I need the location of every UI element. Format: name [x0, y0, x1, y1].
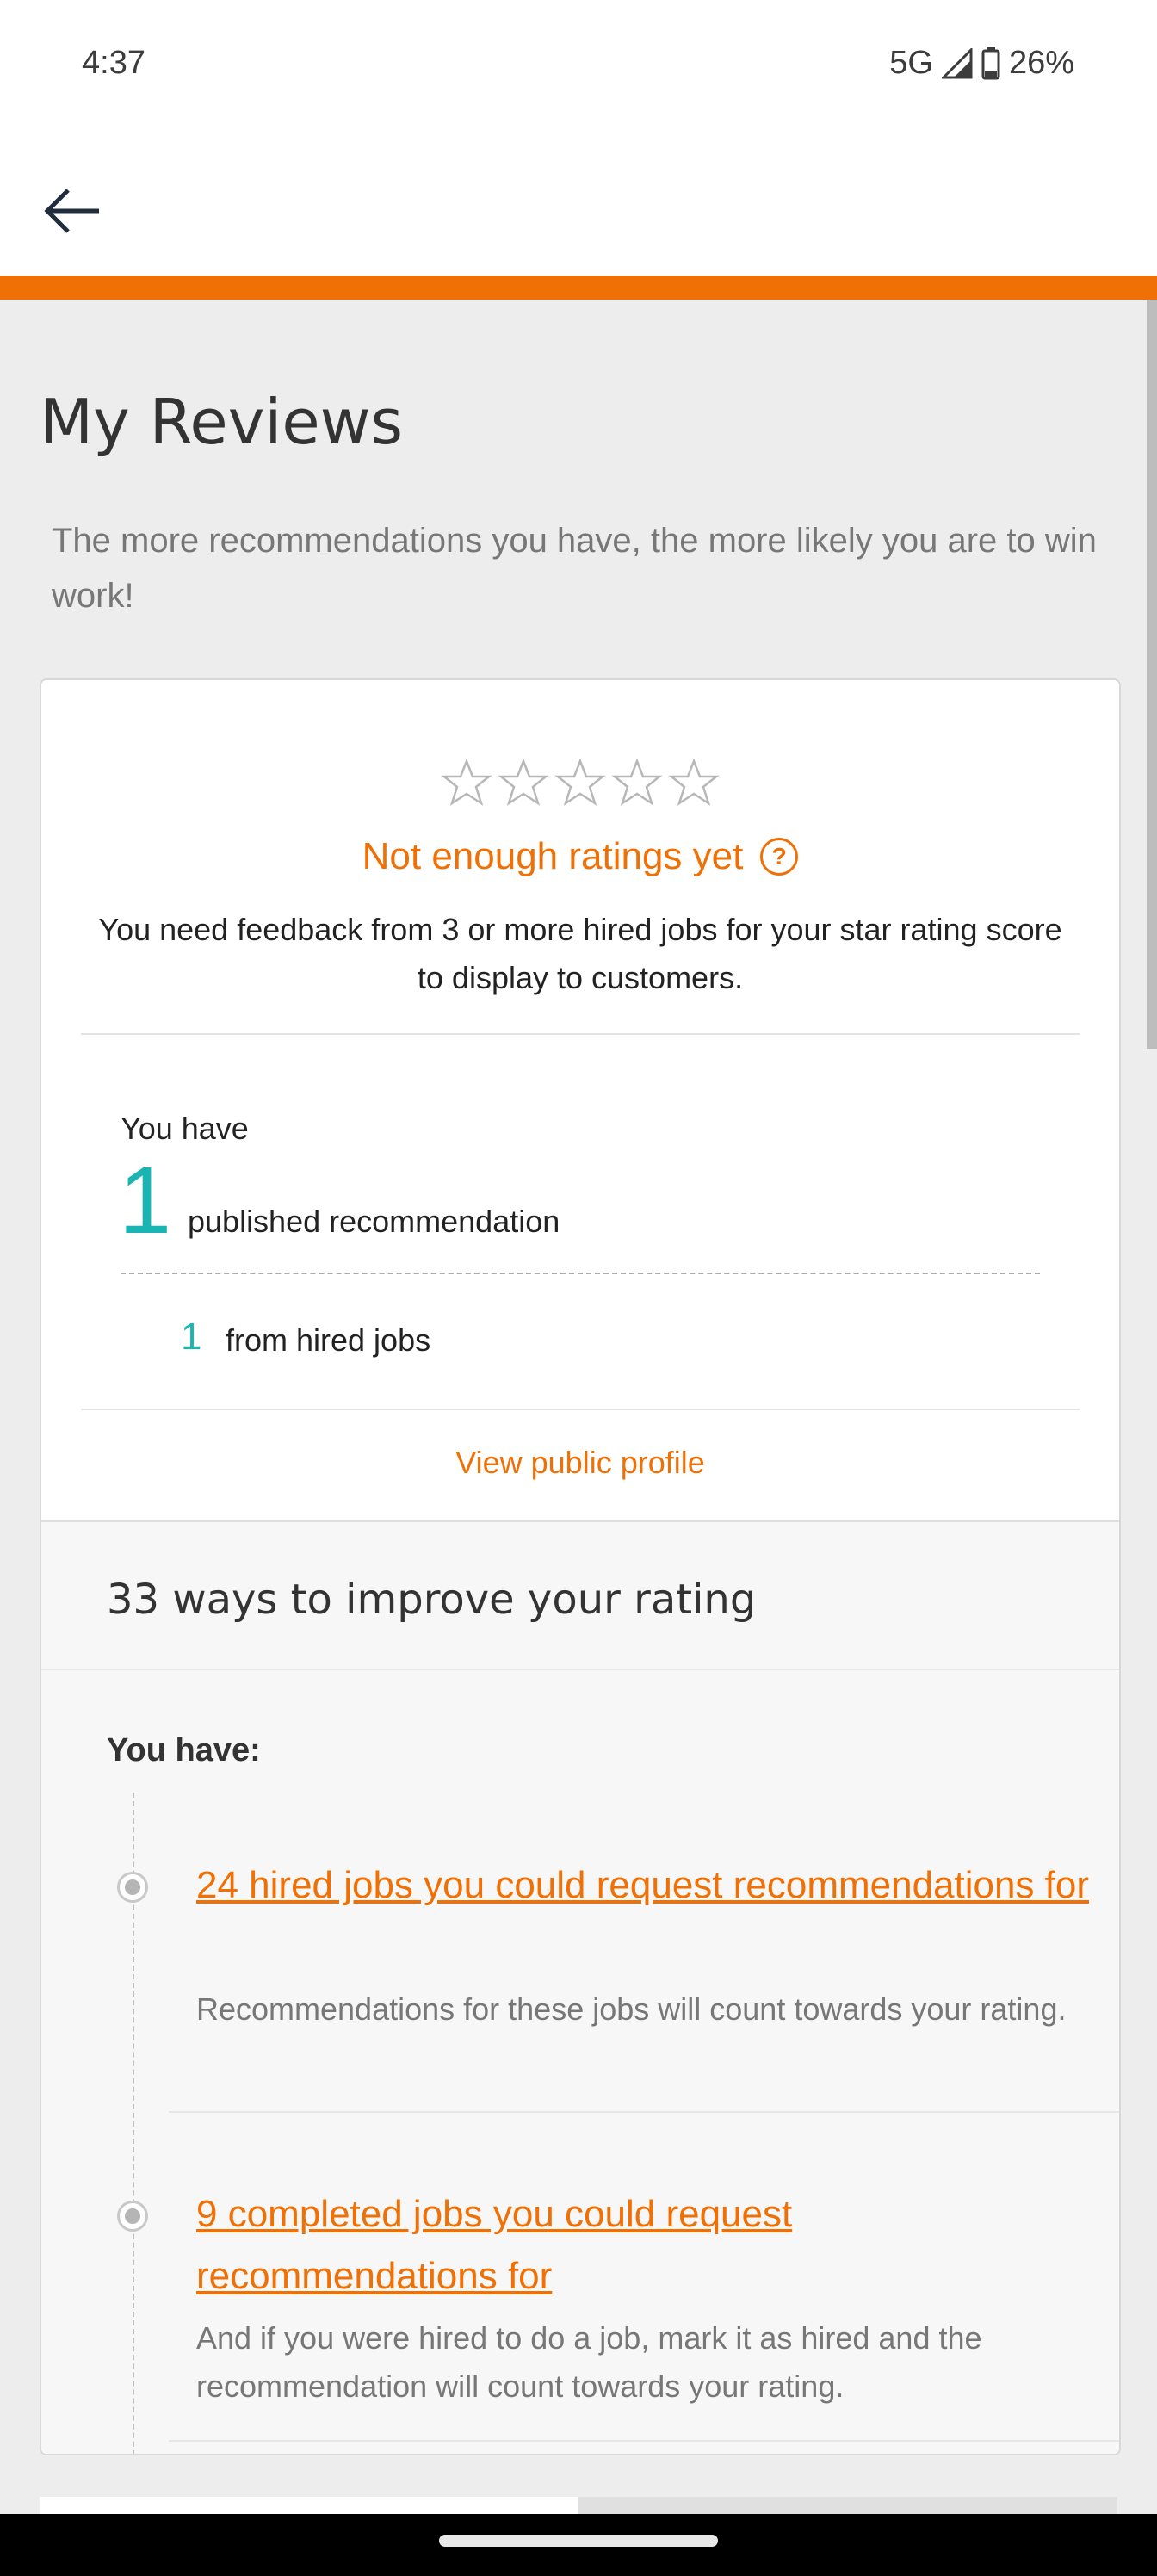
item-description: And if you were hired to do a job, mark …: [196, 2320, 982, 2404]
status-bar: 4:37 5G 26%: [0, 0, 1157, 129]
star-outline-icon: [498, 758, 549, 806]
battery-icon: [981, 46, 1000, 79]
battery-label: 26%: [1008, 45, 1074, 81]
network-label: 5G: [889, 45, 933, 81]
page-subtitle: The more recommendations you have, the m…: [52, 522, 1097, 615]
help-icon[interactable]: ?: [760, 838, 799, 876]
signal-icon: [941, 47, 973, 78]
back-button[interactable]: [34, 172, 112, 250]
you-have-heading: You have:: [107, 1732, 261, 1768]
app-bar: [0, 129, 1157, 276]
star-outline-icon: [554, 758, 606, 806]
completed-jobs-link[interactable]: 9 completed jobs you could request recom…: [196, 2183, 1092, 2307]
hired-count: 1: [181, 1316, 202, 1358]
main-content[interactable]: My Reviews The more recommendations you …: [0, 300, 1157, 2514]
home-indicator[interactable]: [439, 2535, 718, 2547]
radio-icon: [117, 1872, 148, 1903]
recommendations-intro: You have: [121, 1111, 249, 1146]
recommendation-label: published recommendation: [188, 1204, 560, 1239]
recommendation-count: 1: [119, 1148, 172, 1254]
star-rating: [41, 758, 1119, 809]
bottom-tabs[interactable]: [40, 2497, 1117, 2514]
divider: [169, 2440, 1119, 2442]
page-title: My Reviews: [40, 386, 404, 458]
improve-title: 33 ways to improve your rating: [107, 1576, 757, 1624]
accent-bar: [0, 276, 1157, 300]
navigation-bar: [0, 2514, 1157, 2576]
hired-jobs-link[interactable]: 24 hired jobs you could request recommen…: [196, 1855, 1092, 1917]
improve-section: 33 ways to improve your rating You have:…: [41, 1520, 1119, 2454]
rating-note: You need feedback from 3 or more hired j…: [98, 912, 1062, 995]
divider: [41, 1669, 1119, 1670]
divider: [81, 1033, 1080, 1035]
reviews-card: Not enough ratings yet ? You need feedba…: [40, 678, 1121, 2455]
radio-icon: [117, 2201, 148, 2232]
status-icons: 5G 26%: [889, 45, 1074, 82]
divider: [169, 2111, 1119, 2113]
star-outline-icon: [441, 758, 492, 806]
star-outline-icon: [611, 758, 663, 806]
view-public-profile-link[interactable]: View public profile: [41, 1445, 1119, 1481]
dashed-divider: [121, 1273, 1040, 1274]
scrollbar[interactable]: [1147, 300, 1157, 1049]
star-outline-icon: [668, 758, 720, 806]
divider: [81, 1409, 1080, 1410]
item-description: Recommendations for these jobs will coun…: [196, 1991, 1067, 2027]
rating-status: Not enough ratings yet ?: [41, 835, 1119, 878]
hired-label: from hired jobs: [226, 1322, 431, 1358]
tab-active[interactable]: [40, 2497, 578, 2514]
status-time: 4:37: [82, 45, 145, 81]
arrow-left-icon: [44, 189, 99, 233]
rating-status-text: Not enough ratings yet: [362, 835, 744, 877]
